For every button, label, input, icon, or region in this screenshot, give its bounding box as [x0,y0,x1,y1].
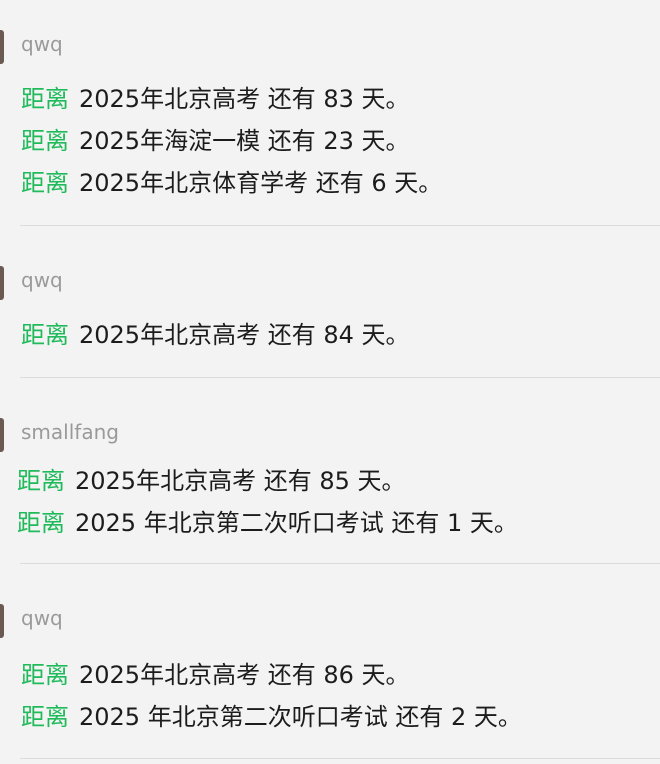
message-feed: qwq 距离 2025年北京高考 还有 83 天。 距离 2025年海淀一模 还有 … [0,0,660,764]
post-divider [20,758,660,759]
message-prefix: 距离 [21,85,69,113]
message-prefix: 距离 [21,169,69,197]
message-line: 距离 2025年北京高考 还有 86 天。 [21,660,410,690]
message-text: 2025 年北京第二次听口考试 还有 2 天。 [79,703,522,731]
message-prefix: 距离 [21,661,69,689]
message-text: 2025 年北京第二次听口考试 还有 1 天。 [75,509,518,537]
message-post: smallfang 距离 2025年北京高考 还有 85 天。 距离 2025 年北… [0,378,660,564]
message-line: 距离 2025年海淀一模 还有 23 天。 [21,126,410,156]
message-post: qwq 距离 2025年北京高考 还有 86 天。 距离 2025 年北京第二次听口… [0,564,660,764]
avatar[interactable] [0,266,4,300]
message-line: 距离 2025 年北京第二次听口考试 还有 1 天。 [17,508,518,538]
message-line: 距离 2025年北京体育学考 还有 6 天。 [21,168,442,198]
message-prefix: 距离 [21,321,69,349]
author-name[interactable]: qwq [21,32,63,56]
message-line: 距离 2025年北京高考 还有 84 天。 [21,320,410,350]
avatar[interactable] [0,30,4,64]
message-line: 距离 2025年北京高考 还有 83 天。 [21,84,410,114]
avatar[interactable] [0,604,4,638]
message-text: 2025年海淀一模 还有 23 天。 [79,127,410,155]
message-post: qwq 距离 2025年北京高考 还有 83 天。 距离 2025年海淀一模 还有 … [0,0,660,226]
message-line: 距离 2025年北京高考 还有 85 天。 [17,466,406,496]
message-text: 2025年北京体育学考 还有 6 天。 [79,169,443,197]
avatar[interactable] [0,418,4,452]
author-name[interactable]: smallfang [21,420,119,444]
message-text: 2025年北京高考 还有 85 天。 [75,467,406,495]
message-text: 2025年北京高考 还有 83 天。 [79,85,410,113]
message-prefix: 距离 [21,703,69,731]
message-prefix: 距离 [21,127,69,155]
message-text: 2025年北京高考 还有 86 天。 [79,661,410,689]
message-text: 2025年北京高考 还有 84 天。 [79,321,410,349]
message-prefix: 距离 [17,467,65,495]
message-prefix: 距离 [17,509,65,537]
message-post: qwq 距离 2025年北京高考 还有 84 天。 [0,226,660,378]
author-name[interactable]: qwq [21,268,63,292]
message-line: 距离 2025 年北京第二次听口考试 还有 2 天。 [21,702,522,732]
author-name[interactable]: qwq [21,606,63,630]
